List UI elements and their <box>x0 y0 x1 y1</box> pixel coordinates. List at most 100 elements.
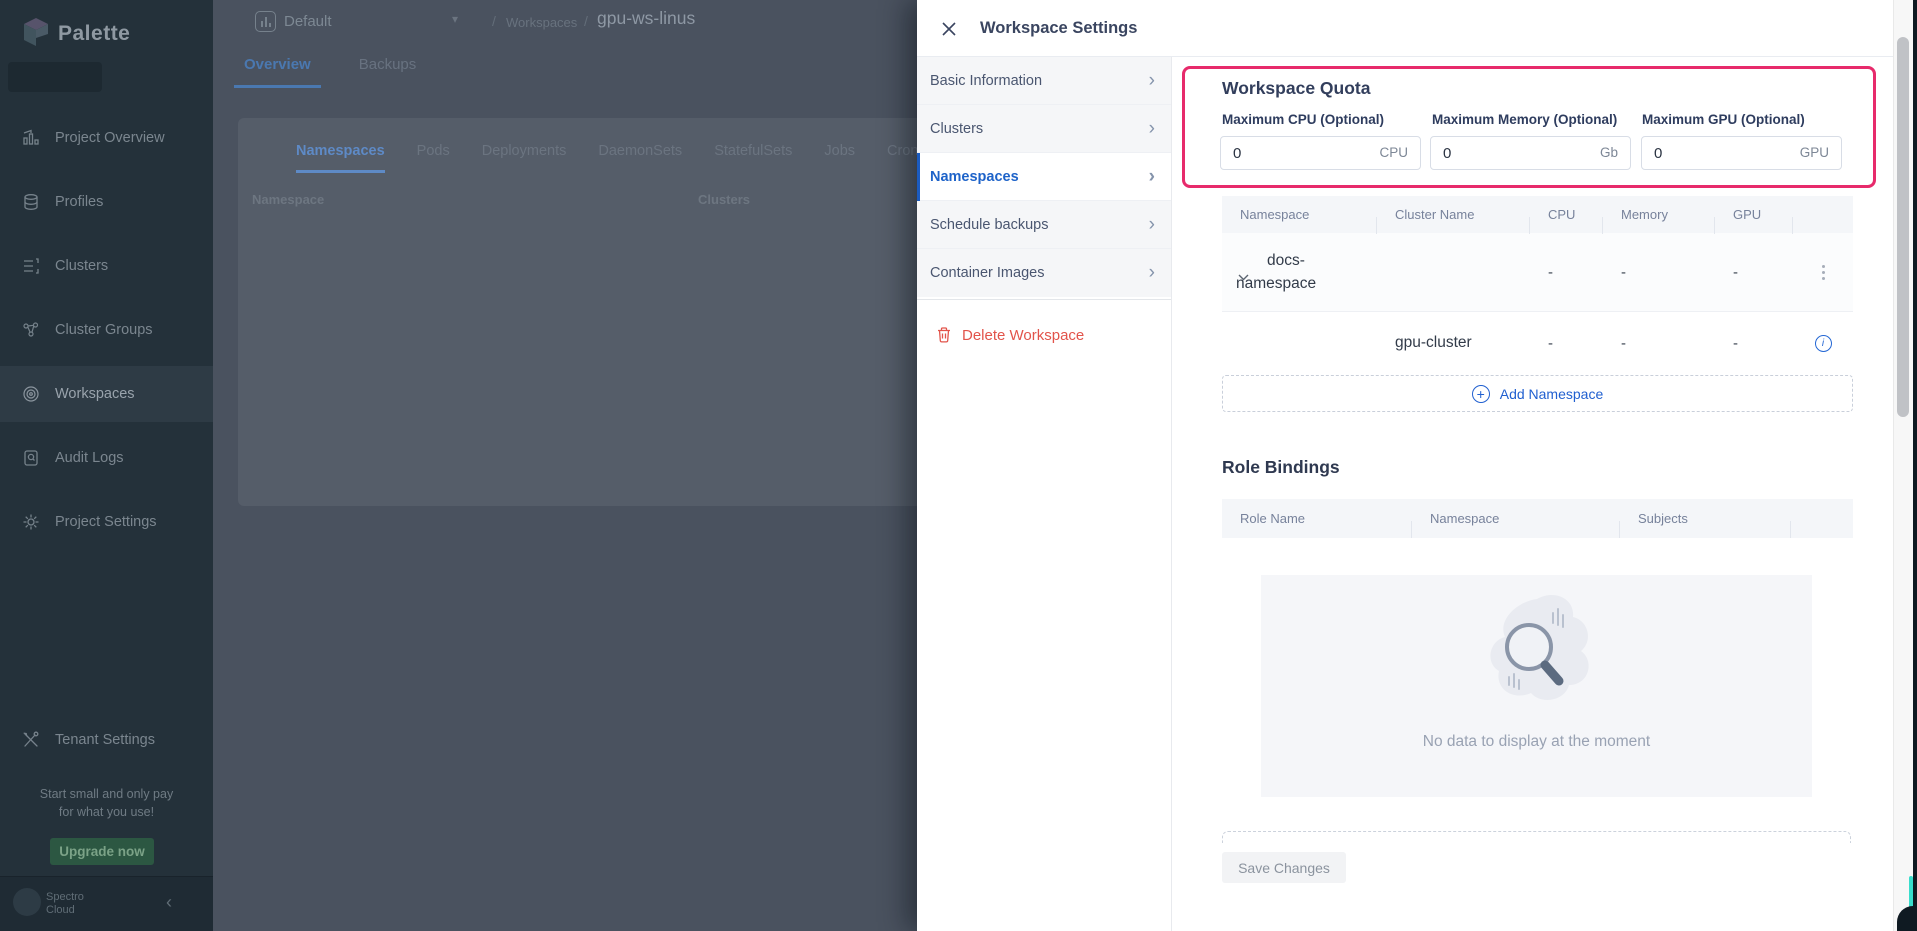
max-gpu-label: Maximum GPU (Optional) <box>1642 112 1805 127</box>
palette-logo-icon <box>20 16 52 54</box>
tab-overview[interactable]: Overview <box>234 56 321 88</box>
save-changes-button[interactable]: Save Changes <box>1222 852 1346 883</box>
column-header-namespace: Namespace <box>252 192 324 207</box>
header-namespace: Namespace <box>1222 207 1377 222</box>
project-scope-box[interactable] <box>8 62 102 92</box>
sidebar-item-cluster-groups[interactable]: Cluster Groups <box>0 302 213 358</box>
sidebar-item-tenant-settings[interactable]: Tenant Settings <box>0 712 213 768</box>
chevron-right-icon: › <box>1149 266 1155 280</box>
menu-divider <box>917 299 1171 300</box>
drawer-menu: Basic Information› Clusters› Namespaces›… <box>917 57 1172 931</box>
brand-name-line1: Spectro <box>46 891 84 904</box>
max-memory-input[interactable] <box>1431 137 1581 169</box>
header-role-name: Role Name <box>1222 511 1412 526</box>
breadcrumb-current-workspace: gpu-ws-linus <box>597 8 695 29</box>
tab-pods[interactable]: Pods <box>417 143 450 173</box>
sidebar-item-profiles[interactable]: Profiles <box>0 174 213 230</box>
tab-namespaces[interactable]: Namespaces <box>296 143 385 173</box>
menu-item-schedule-backups[interactable]: Schedule backups› <box>917 201 1171 249</box>
sidebar-item-clusters[interactable]: Clusters <box>0 238 213 294</box>
header-cpu: CPU <box>1530 207 1603 222</box>
header-subjects: Subjects <box>1620 511 1791 526</box>
info-icon[interactable]: i <box>1815 335 1832 352</box>
role-bindings-table-header: Role Name Namespace Subjects <box>1222 499 1853 538</box>
max-cpu-input[interactable] <box>1221 137 1371 169</box>
menu-item-namespaces[interactable]: Namespaces› <box>917 153 1171 201</box>
namespace-name: docs-namespace <box>1236 249 1348 295</box>
tab-jobs[interactable]: Jobs <box>824 143 855 173</box>
namespace-cell: docs-namespace <box>1222 249 1377 295</box>
sidebar-item-label: Cluster Groups <box>55 322 153 338</box>
memory-unit-label: Gb <box>1600 145 1618 160</box>
drawer-header: Workspace Settings <box>917 0 1893 57</box>
namespace-table-header: Namespace Cluster Name CPU Memory GPU <box>1222 196 1853 233</box>
sidebar-item-workspaces[interactable]: Workspaces <box>0 366 213 422</box>
add-namespace-button[interactable]: + Add Namespace <box>1222 375 1853 412</box>
row-actions-cell: i <box>1793 335 1853 352</box>
breadcrumb-separator: / <box>584 13 588 29</box>
delete-workspace-button[interactable]: Delete Workspace <box>917 309 1171 361</box>
menu-item-container-images[interactable]: Container Images› <box>917 249 1171 297</box>
table-row-gpu-cluster: gpu-cluster - - - i <box>1222 312 1853 374</box>
app-logo-text: Palette <box>58 22 130 46</box>
scrollbar-track[interactable] <box>1893 0 1913 931</box>
workspace-settings-drawer: Workspace Settings Basic Information› Cl… <box>917 0 1893 931</box>
drawer-menu-group: Basic Information› Clusters› Namespaces›… <box>917 57 1171 297</box>
no-data-illustration <box>1457 581 1617 731</box>
window-edge <box>1913 0 1917 931</box>
sidebar-item-audit-logs[interactable]: Audit Logs <box>0 430 213 486</box>
gpu-cell: - <box>1715 335 1793 352</box>
sidebar-item-label: Audit Logs <box>55 450 124 466</box>
sidebar-item-label: Tenant Settings <box>55 732 155 748</box>
sidebar-item-project-settings[interactable]: Project Settings <box>0 494 213 550</box>
menu-item-clusters[interactable]: Clusters› <box>917 105 1171 153</box>
brand-name-line2: Cloud <box>46 904 75 917</box>
namespace-table: Namespace Cluster Name CPU Memory GPU do… <box>1222 196 1853 374</box>
row-actions-cell <box>1793 265 1853 280</box>
kebab-menu-icon[interactable] <box>1822 265 1825 280</box>
audit-logs-icon <box>22 449 40 467</box>
header-cluster-name: Cluster Name <box>1377 207 1530 222</box>
menu-item-basic-information[interactable]: Basic Information› <box>917 57 1171 105</box>
promo-text-line2: for what you use! <box>0 805 213 819</box>
sidebar-item-label: Project Overview <box>55 130 165 146</box>
memory-cell: - <box>1603 264 1715 281</box>
add-namespace-label: Add Namespace <box>1500 386 1604 402</box>
gpu-cell: - <box>1715 264 1793 281</box>
delete-workspace-label: Delete Workspace <box>962 327 1084 344</box>
tab-daemonsets[interactable]: DaemonSets <box>598 143 682 173</box>
empty-state-text: No data to display at the moment <box>1261 733 1812 751</box>
chevron-right-icon: › <box>1149 74 1155 88</box>
tab-statefulsets[interactable]: StatefulSets <box>714 143 792 173</box>
sidebar-collapse-icon[interactable]: ‹ <box>166 892 172 913</box>
scrollbar-thumb[interactable] <box>1897 37 1909 417</box>
tab-deployments[interactable]: Deployments <box>482 143 567 173</box>
overview-icon <box>22 129 40 147</box>
sidebar-item-label: Profiles <box>55 194 103 210</box>
breadcrumb-separator: / <box>492 13 496 29</box>
chevron-down-icon[interactable]: ▾ <box>452 12 458 26</box>
cluster-groups-icon <box>22 321 40 339</box>
drawer-title: Workspace Settings <box>980 19 1137 38</box>
resource-tabs: Namespaces Pods Deployments DaemonSets S… <box>296 143 949 173</box>
header-memory: Memory <box>1603 207 1715 222</box>
sidebar-item-project-overview[interactable]: Project Overview <box>0 110 213 166</box>
tab-backups[interactable]: Backups <box>349 56 427 88</box>
breadcrumb-workspaces[interactable]: Workspaces <box>506 15 577 30</box>
max-gpu-input[interactable] <box>1642 137 1792 169</box>
upgrade-now-button[interactable]: Upgrade now <box>50 838 154 865</box>
gpu-unit-label: GPU <box>1800 145 1829 160</box>
header-rb-namespace: Namespace <box>1412 511 1620 526</box>
tools-icon <box>22 731 40 749</box>
plus-circle-icon: + <box>1472 385 1490 403</box>
max-cpu-field: CPU <box>1220 136 1421 170</box>
expand-chevron-icon[interactable] <box>1238 274 1249 281</box>
sidebar-item-label: Project Settings <box>55 514 157 530</box>
close-icon[interactable] <box>935 15 963 43</box>
workspaces-icon <box>22 385 40 403</box>
spectro-cloud-logo <box>13 888 41 916</box>
trash-icon <box>937 327 951 343</box>
project-selector[interactable]: Default <box>284 13 332 30</box>
menu-item-label: Schedule backups <box>930 217 1049 233</box>
page-tabs: Overview Backups <box>234 56 426 88</box>
